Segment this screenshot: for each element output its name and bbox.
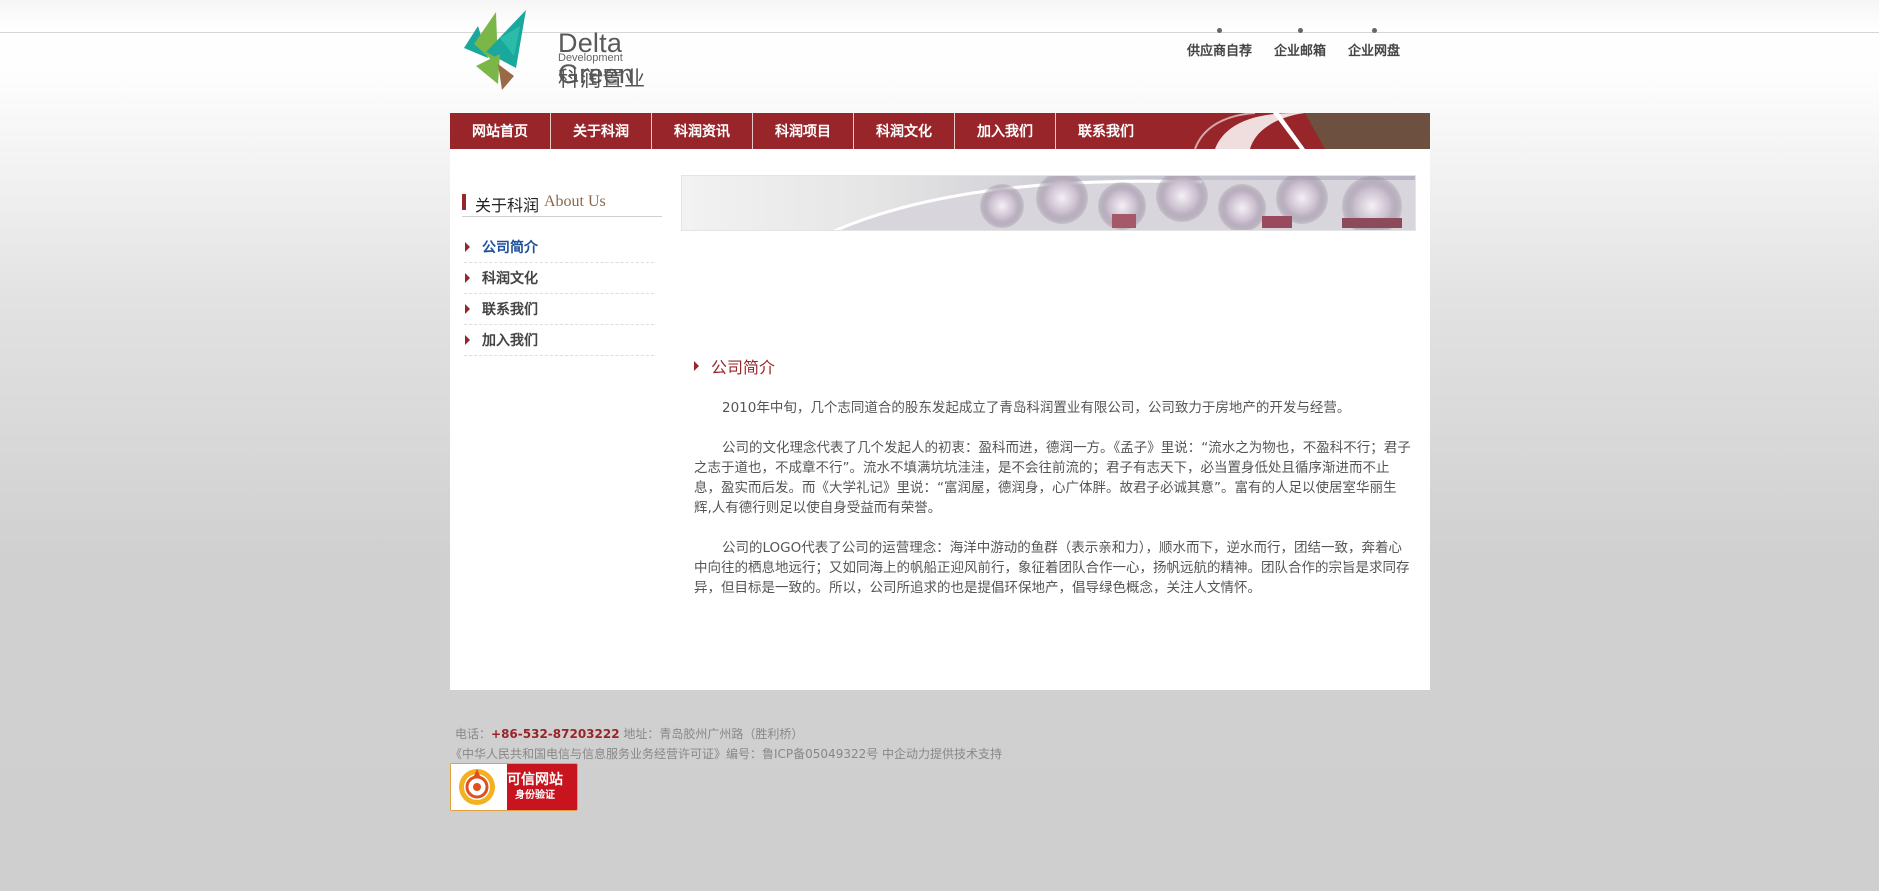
main-nav: 网站首页 关于科润 科润资讯 科润项目 科润文化 加入我们 联系我们 (450, 113, 1430, 149)
top-link-label: 企业邮箱 (1273, 44, 1326, 59)
content-panel: 关于科润 About Us 公司简介 科润文化 联系我们 加入我们 公司简介 2… (450, 149, 1430, 690)
top-link-supplier[interactable]: 供应商自荐 (1187, 28, 1252, 59)
page-container: Delta Green Development 科润置业 供应商自荐 企业邮箱 … (450, 0, 1430, 891)
sidebar-item-profile[interactable]: 公司简介 (464, 232, 654, 263)
sidebar-item-culture[interactable]: 科润文化 (464, 263, 654, 294)
sidebar-item-label: 科润文化 (482, 271, 538, 287)
sidebar-item-label: 公司简介 (482, 240, 538, 256)
phone-number: +86-532-87203222 (491, 727, 620, 741)
phone-label: 电话： (455, 727, 492, 741)
article-heading: 公司简介 (694, 356, 1414, 377)
arrow-right-icon (694, 361, 699, 371)
nav-item-contact[interactable]: 联系我们 (1056, 113, 1157, 149)
nav-item-culture[interactable]: 科润文化 (854, 113, 955, 149)
title-bar-icon (462, 194, 466, 210)
arrow-right-icon (465, 304, 470, 314)
arrow-right-icon (465, 273, 470, 283)
sidebar: 关于科润 About Us 公司简介 科润文化 联系我们 加入我们 (462, 192, 662, 356)
dot-icon (1217, 28, 1223, 33)
nav-item-news[interactable]: 科润资讯 (652, 113, 753, 149)
sidebar-title: 关于科润 About Us (462, 192, 662, 217)
top-link-netdisk[interactable]: 企业网盘 (1348, 28, 1400, 59)
site-logo[interactable]: Delta Green Development 科润置业 (458, 8, 688, 92)
trusted-site-badge[interactable]: 可信网站 身份验证 (450, 763, 578, 811)
article-paragraph: 公司的文化理念代表了几个发起人的初衷：盈科而进，德润一方。《孟子》里说：“流水之… (694, 440, 1411, 516)
sidebar-title-en: About Us (544, 193, 606, 210)
arrow-right-icon (465, 242, 470, 252)
snow-landscape-image (682, 176, 1415, 230)
sidebar-item-contact[interactable]: 联系我们 (464, 294, 654, 325)
brand-name-cn: 科润置业 (558, 67, 646, 91)
article-paragraph: 公司的LOGO代表了公司的运营理念：海洋中游动的鱼群（表示亲和力），顺水而下，逆… (694, 540, 1410, 596)
sidebar-menu: 公司简介 科润文化 联系我们 加入我们 (462, 232, 662, 356)
nav-item-projects[interactable]: 科润项目 (753, 113, 854, 149)
top-link-label: 企业网盘 (1347, 44, 1400, 59)
top-link-label: 供应商自荐 (1186, 44, 1252, 59)
nav-item-about[interactable]: 关于科润 (551, 113, 652, 149)
arrow-right-icon (465, 335, 470, 345)
sidebar-item-label: 联系我们 (482, 302, 538, 318)
badge-text: 可信网站 身份验证 (507, 772, 563, 802)
nav-decoration (1155, 113, 1430, 149)
footer-contact: 电话：+86-532-87203222 地址：青岛胶州广州路（胜利桥） (450, 724, 1150, 744)
badge-logo-icon (451, 764, 507, 810)
badge-title: 可信网站 (507, 772, 563, 788)
dot-icon (1297, 28, 1303, 33)
nav-item-join[interactable]: 加入我们 (955, 113, 1056, 149)
sidebar-item-join[interactable]: 加入我们 (464, 325, 654, 356)
footer: 电话：+86-532-87203222 地址：青岛胶州广州路（胜利桥） 《中华人… (450, 724, 1150, 764)
nav-item-home[interactable]: 网站首页 (450, 113, 551, 149)
banner-image (681, 175, 1416, 231)
sidebar-title-cn: 关于科润 (475, 196, 540, 215)
article: 公司简介 2010年中旬，几个志同道合的股东发起成立了青岛科润置业有限公司，公司… (694, 356, 1414, 618)
address-text: 地址：青岛胶州广州路（胜利桥） (619, 727, 804, 741)
footer-license: 《中华人民共和国电信与信息服务业务经营许可证》编号：鲁ICP备05049322号… (450, 747, 1003, 761)
dot-icon (1371, 28, 1377, 33)
article-body: 2010年中旬，几个志同道合的股东发起成立了青岛科润置业有限公司，公司致力于房地… (694, 398, 1414, 598)
sidebar-item-label: 加入我们 (482, 333, 538, 349)
top-link-email[interactable]: 企业邮箱 (1274, 28, 1326, 59)
article-paragraph: 2010年中旬，几个志同道合的股东发起成立了青岛科润置业有限公司，公司致力于房地… (722, 400, 1351, 416)
top-links: 供应商自荐 企业邮箱 企业网盘 (1187, 28, 1400, 59)
badge-subtitle: 身份验证 (515, 790, 555, 801)
logo-mark-icon (464, 10, 526, 90)
article-title: 公司简介 (711, 358, 776, 377)
